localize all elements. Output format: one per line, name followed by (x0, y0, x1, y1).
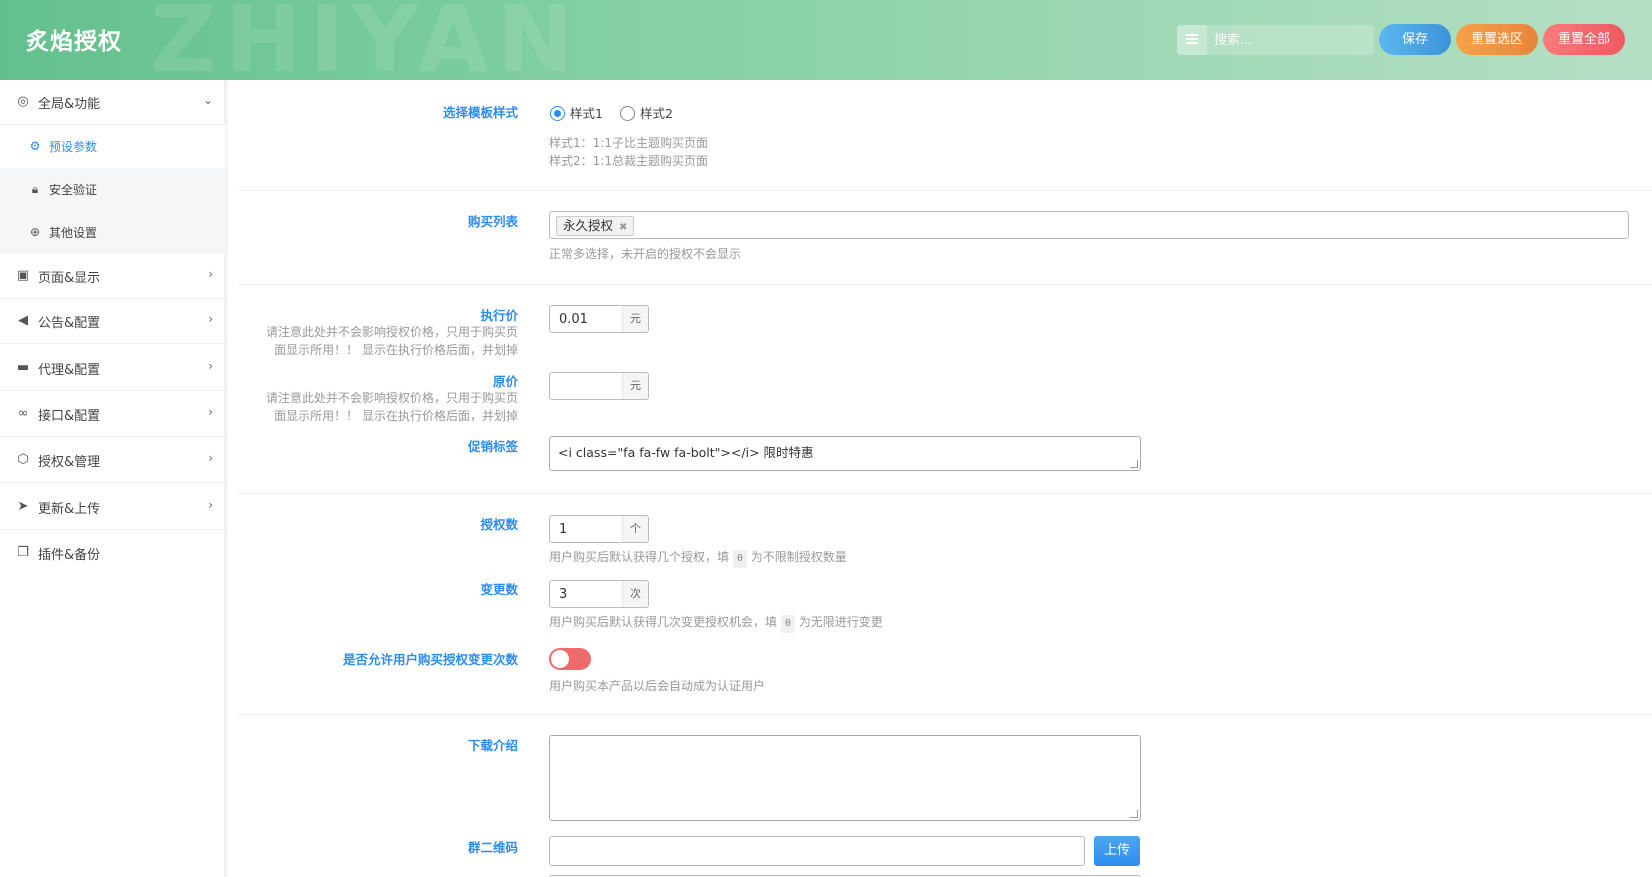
divider (238, 493, 1652, 494)
radio-style-1[interactable]: 样式1 (550, 103, 603, 122)
sidebar-item-api[interactable]: ∞ 接口&配置 › (0, 392, 225, 437)
purchase-list-help: 正常多选择，未开启的授权不会显示 (549, 247, 742, 261)
sidebar-item-global[interactable]: ◎ 全局&功能 ⌄ (0, 80, 225, 125)
template-style-label: 选择模板样式 (442, 105, 518, 120)
template-style-help-2: 样式2：1:1总裁主题购买页面 (549, 154, 708, 168)
resize-grip-icon[interactable] (1130, 460, 1138, 468)
gem-icon: ⬡ (17, 452, 29, 467)
radio-checked-icon (550, 106, 565, 121)
sidebar-item-auth[interactable]: ⬡ 授权&管理 › (0, 438, 225, 483)
exec-price-desc-1: 请注意此处并不会影响授权价格，只用于购买页 (265, 325, 518, 339)
reset-all-button[interactable]: 重置全部 (1543, 24, 1625, 55)
lifebuoy-icon: ⊕ (29, 225, 41, 239)
radio-style-2[interactable]: 样式2 (620, 103, 673, 122)
sidebar-subitem-label: 安全验证 (49, 183, 98, 197)
unit-addon: 元 (622, 373, 648, 399)
allow-buy-changes-help: 用户购买本产品以后会自动成为认证用户 (549, 679, 766, 693)
sidebar-subitem-label: 预设参数 (49, 140, 98, 154)
top-header: ZHIYAN 炙焰授权 保存 重置选区 重置全部 (0, 0, 1652, 93)
bullhorn-icon: ◀ (18, 313, 28, 328)
sidebar-item-label: 公告&配置 (38, 316, 101, 331)
chevron-right-icon: › (208, 405, 213, 419)
calendar-icon: ▣ (16, 268, 30, 283)
search-input[interactable] (1214, 25, 1369, 55)
unit-addon: 个 (622, 516, 648, 542)
unit-addon: 元 (622, 306, 648, 332)
template-style-help-1: 样式1：1:1子比主题购买页面 (549, 136, 708, 150)
save-button[interactable]: 保存 (1379, 24, 1451, 55)
original-price-label: 原价 (492, 374, 518, 389)
list-icon[interactable] (1177, 25, 1207, 55)
brand-title: 炙焰授权 (26, 29, 122, 55)
divider (238, 284, 1652, 285)
sidebar-item-pages[interactable]: ▣ 页面&显示 › (0, 254, 225, 299)
divider (238, 714, 1652, 715)
sidebar-item-label: 代理&配置 (38, 363, 101, 378)
exec-price-label: 执行价 (480, 308, 518, 323)
sidebar: ◎ 全局&功能 ⌄ ⚙ 预设参数 🔒︎ 安全验证 ⊕ 其他设置 ▣ 页面&显示 … (0, 80, 225, 877)
tag-permanent-license: 永久授权 ✖ (556, 216, 635, 236)
promo-tag-textarea[interactable]: <i class="fa fa-fw fa-bolt"></i> 限时特惠 (549, 436, 1141, 471)
change-count-input[interactable]: 3 次 (549, 580, 649, 608)
unit-addon: 次 (622, 581, 648, 607)
paper-plane-icon: ➤ (17, 499, 29, 514)
auth-count-input[interactable]: 1 个 (549, 515, 649, 543)
purchase-list-label: 购买列表 (467, 214, 518, 229)
target-icon: ◎ (17, 94, 29, 109)
search-box[interactable] (1177, 25, 1374, 55)
sidebar-item-plugins[interactable]: ❐ 插件&备份 (0, 531, 225, 576)
download-intro-textarea[interactable] (549, 735, 1141, 821)
sidebar-item-label: 更新&上传 (38, 502, 101, 517)
auth-count-help: 用户购买后默认获得几个授权，填 0 为不限制授权数量 (549, 548, 847, 568)
sidebar-subitem-other[interactable]: ⊕ 其他设置 (0, 211, 225, 254)
chevron-down-icon: ⌄ (202, 93, 213, 107)
allow-buy-changes-toggle[interactable] (549, 648, 591, 670)
purchase-list-select[interactable]: 永久授权 ✖ (549, 211, 1629, 239)
auth-count-label: 授权数 (480, 517, 518, 532)
credit-card-icon: ▬ (16, 360, 30, 375)
remove-tag-icon[interactable]: ✖ (619, 222, 627, 233)
resize-grip-icon[interactable] (1130, 810, 1138, 818)
group-qrcode-input[interactable] (549, 836, 1085, 866)
allow-buy-changes-label: 是否允许用户购买授权变更次数 (342, 652, 518, 667)
copy-icon: ❐ (17, 545, 29, 560)
group-qrcode-label: 群二维码 (467, 840, 518, 855)
header-watermark: ZHIYAN (150, 0, 582, 93)
link-icon: ∞ (17, 406, 29, 421)
exec-price-input[interactable]: 0.01 元 (549, 305, 649, 333)
sidebar-item-label: 全局&功能 (38, 97, 101, 112)
sidebar-item-agent[interactable]: ▬ 代理&配置 › (0, 346, 225, 391)
radio-unchecked-icon (620, 106, 635, 121)
change-count-label: 变更数 (480, 582, 518, 597)
upload-button[interactable]: 上传 (1094, 836, 1140, 866)
divider (238, 190, 1652, 191)
sidebar-item-label: 接口&配置 (38, 409, 101, 424)
sidebar-item-label: 授权&管理 (38, 455, 101, 470)
chevron-right-icon: › (208, 498, 213, 512)
original-price-input[interactable]: 元 (549, 372, 649, 400)
lock-icon: 🔒︎ (31, 182, 39, 196)
gears-icon: ⚙ (29, 139, 41, 153)
sidebar-subitem-security[interactable]: 🔒︎ 安全验证 (0, 168, 225, 211)
sidebar-item-notice[interactable]: ◀ 公告&配置 › (0, 299, 225, 344)
settings-panel: 选择模板样式 样式1 样式2 样式1：1:1子比主题购买页面 样式2：1:1总裁… (228, 80, 1652, 877)
original-price-desc-2: 面显示所用！！ 显示在执行价格后面，并划掉 (274, 409, 518, 423)
chevron-right-icon: › (208, 312, 213, 326)
sidebar-subitem-presets[interactable]: ⚙ 预设参数 (0, 125, 225, 168)
chevron-right-icon: › (208, 267, 213, 281)
chevron-right-icon: › (208, 451, 213, 465)
original-price-desc-1: 请注意此处并不会影响授权价格，只用于购买页 (265, 391, 518, 405)
change-count-help: 用户购买后默认获得几次变更授权机会，填 0 为无限进行变更 (549, 613, 883, 633)
exec-price-desc-2: 面显示所用！！ 显示在执行价格后面，并划掉 (274, 343, 518, 357)
promo-tag-label: 促销标签 (467, 439, 518, 454)
chevron-right-icon: › (208, 359, 213, 373)
sidebar-item-update[interactable]: ➤ 更新&上传 › (0, 485, 225, 530)
sidebar-item-label: 页面&显示 (38, 271, 101, 286)
sidebar-item-label: 插件&备份 (38, 548, 101, 563)
reset-selection-button[interactable]: 重置选区 (1456, 24, 1538, 55)
download-intro-label: 下载介绍 (467, 738, 518, 753)
sidebar-subitem-label: 其他设置 (49, 226, 98, 240)
